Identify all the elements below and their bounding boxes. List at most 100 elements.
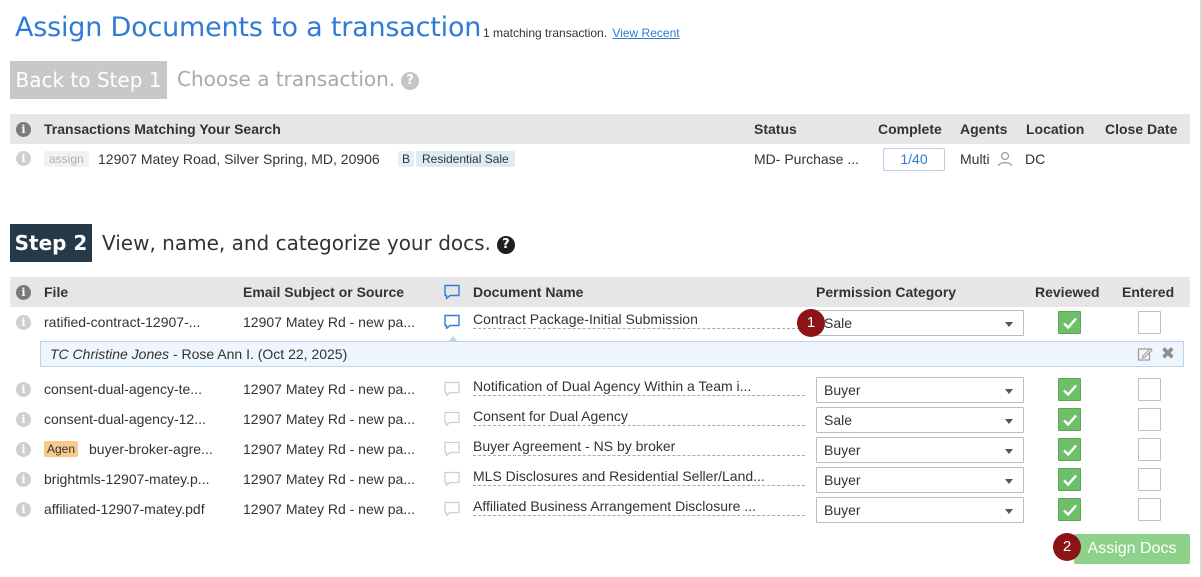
reviewed-checkbox[interactable]	[1058, 438, 1081, 461]
comment-text: TC Christine Jones - Rose Ann I. (Oct 22…	[50, 346, 347, 362]
transaction-row[interactable]: i assign 12907 Matey Road, Silver Spring…	[10, 144, 1190, 174]
document-name-field[interactable]: Notification of Dual Agency Within a Tea…	[473, 378, 805, 396]
info-icon[interactable]: i	[16, 412, 31, 427]
col-document-name[interactable]: Document Name	[473, 284, 583, 300]
info-icon[interactable]: i	[16, 442, 31, 457]
step2-instruction: View, name, and categorize your docs.?	[102, 231, 515, 255]
info-icon[interactable]: i	[16, 382, 31, 397]
email-subject: 12907 Matey Rd - new pa...	[243, 501, 415, 517]
file-name[interactable]: brightmls-12907-matey.p...	[44, 471, 234, 487]
chat-icon[interactable]	[443, 470, 461, 488]
chat-icon[interactable]	[443, 440, 461, 458]
step1-instruction-text: Choose a transaction.	[177, 67, 396, 91]
info-icon[interactable]: i	[16, 502, 31, 517]
entered-checkbox[interactable]	[1138, 498, 1161, 521]
checkmark-icon	[1063, 504, 1077, 517]
permission-category-select[interactable]: Buyer	[816, 497, 1024, 523]
back-to-step1-button[interactable]: Back to Step 1	[10, 61, 167, 99]
comment-bar: TC Christine Jones - Rose Ann I. (Oct 22…	[40, 341, 1184, 367]
comment-meta: - Rose Ann I. (Oct 22, 2025)	[172, 346, 348, 362]
reviewed-checkbox[interactable]	[1058, 378, 1081, 401]
reviewed-checkbox[interactable]	[1058, 311, 1081, 334]
help-icon[interactable]: ?	[496, 236, 515, 254]
complete-count[interactable]: 1/40	[883, 148, 945, 171]
permission-category-value: Buyer	[824, 442, 861, 458]
entered-checkbox[interactable]	[1138, 438, 1161, 461]
checkmark-icon	[1063, 414, 1077, 427]
step2-badge: Step 2	[10, 224, 92, 262]
col-email-subject[interactable]: Email Subject or Source	[243, 284, 404, 300]
document-name-field[interactable]: Affiliated Business Arrangement Disclosu…	[473, 498, 805, 516]
info-icon[interactable]: i	[16, 151, 31, 166]
email-subject: 12907 Matey Rd - new pa...	[243, 314, 415, 330]
entered-checkbox[interactable]	[1138, 468, 1161, 491]
chat-icon[interactable]	[443, 380, 461, 398]
assign-tag[interactable]: assign	[44, 151, 89, 167]
file-name[interactable]: ratified-contract-12907-...	[44, 314, 234, 330]
chat-icon[interactable]	[443, 313, 461, 331]
transaction-address[interactable]: 12907 Matey Road, Silver Spring, MD, 209…	[98, 151, 380, 167]
reviewed-checkbox[interactable]	[1058, 468, 1081, 491]
match-summary: 1 matching transaction. View Recent	[483, 26, 680, 40]
col-agents[interactable]: Agents	[960, 121, 1007, 137]
col-close-date[interactable]: Close Date	[1105, 121, 1177, 137]
file-name[interactable]: consent-dual-agency-12...	[44, 411, 234, 427]
comment-author: TC Christine Jones	[50, 346, 170, 362]
help-icon[interactable]: ?	[401, 72, 420, 90]
col-status[interactable]: Status	[754, 121, 797, 137]
col-file[interactable]: File	[44, 284, 68, 300]
col-reviewed[interactable]: Reviewed	[1035, 284, 1100, 300]
file-name[interactable]: consent-dual-agency-te...	[44, 381, 234, 397]
match-count: 1 matching transaction.	[483, 26, 608, 40]
col-location[interactable]: Location	[1026, 121, 1084, 137]
assign-docs-button[interactable]: Assign Docs	[1074, 534, 1190, 564]
doc-row: i brightmls-12907-matey.p... 12907 Matey…	[10, 464, 1190, 494]
col-complete[interactable]: Complete	[878, 121, 942, 137]
chat-icon	[444, 284, 460, 300]
transaction-type-tag: Residential Sale	[416, 151, 515, 167]
entered-checkbox[interactable]	[1138, 378, 1161, 401]
permission-category-select[interactable]: Sale	[816, 310, 1024, 336]
callout-badge-1: 1	[797, 309, 825, 337]
permission-category-value: Buyer	[824, 502, 861, 518]
permission-category-select[interactable]: Sale	[816, 407, 1024, 433]
permission-category-value: Buyer	[824, 472, 861, 488]
assign-documents-page: Assign Documents to a transaction 1 matc…	[0, 0, 1202, 577]
close-icon[interactable]: ✖	[1161, 344, 1175, 364]
step1-instruction: Choose a transaction.?	[177, 67, 420, 91]
permission-category-select[interactable]: Buyer	[816, 437, 1024, 463]
checkmark-icon	[1063, 317, 1077, 330]
edit-icon[interactable]	[1137, 346, 1153, 362]
entered-checkbox[interactable]	[1138, 311, 1161, 334]
email-subject: 12907 Matey Rd - new pa...	[243, 381, 415, 397]
view-recent-link[interactable]: View Recent	[612, 26, 679, 40]
transaction-status: MD- Purchase ...	[754, 151, 860, 167]
permission-category-value: Sale	[824, 412, 853, 428]
entered-checkbox[interactable]	[1138, 408, 1161, 431]
person-icon	[997, 151, 1013, 167]
col-permission-category[interactable]: Permission Category	[816, 284, 956, 300]
chat-icon[interactable]	[443, 500, 461, 518]
info-icon: i	[16, 285, 31, 300]
document-name-field[interactable]: Consent for Dual Agency	[473, 408, 805, 426]
file-name[interactable]: buyer-broker-agre...	[89, 441, 235, 457]
reviewed-checkbox[interactable]	[1058, 408, 1081, 431]
doc-row: i affiliated-12907-matey.pdf 12907 Matey…	[10, 494, 1190, 524]
col-entered[interactable]: Entered	[1122, 284, 1174, 300]
chat-icon[interactable]	[443, 410, 461, 428]
info-icon[interactable]: i	[16, 315, 31, 330]
email-subject: 12907 Matey Rd - new pa...	[243, 471, 415, 487]
callout-badge-2: 2	[1053, 533, 1081, 561]
document-name-field[interactable]: Buyer Agreement - NS by broker	[473, 438, 805, 456]
reviewed-checkbox[interactable]	[1058, 498, 1081, 521]
document-name-field[interactable]: Contract Package-Initial Submission	[473, 311, 805, 329]
permission-category-select[interactable]: Buyer	[816, 377, 1024, 403]
file-name[interactable]: affiliated-12907-matey.pdf	[44, 501, 234, 517]
permission-category-select[interactable]: Buyer	[816, 467, 1024, 493]
caret-down-icon	[1005, 479, 1013, 484]
document-name-field[interactable]: MLS Disclosures and Residential Seller/L…	[473, 468, 805, 486]
info-icon[interactable]: i	[16, 472, 31, 487]
docs-table-header: i File Email Subject or Source Document …	[10, 277, 1190, 307]
caret-down-icon	[1005, 322, 1013, 327]
transaction-agents: Multi	[960, 151, 990, 167]
